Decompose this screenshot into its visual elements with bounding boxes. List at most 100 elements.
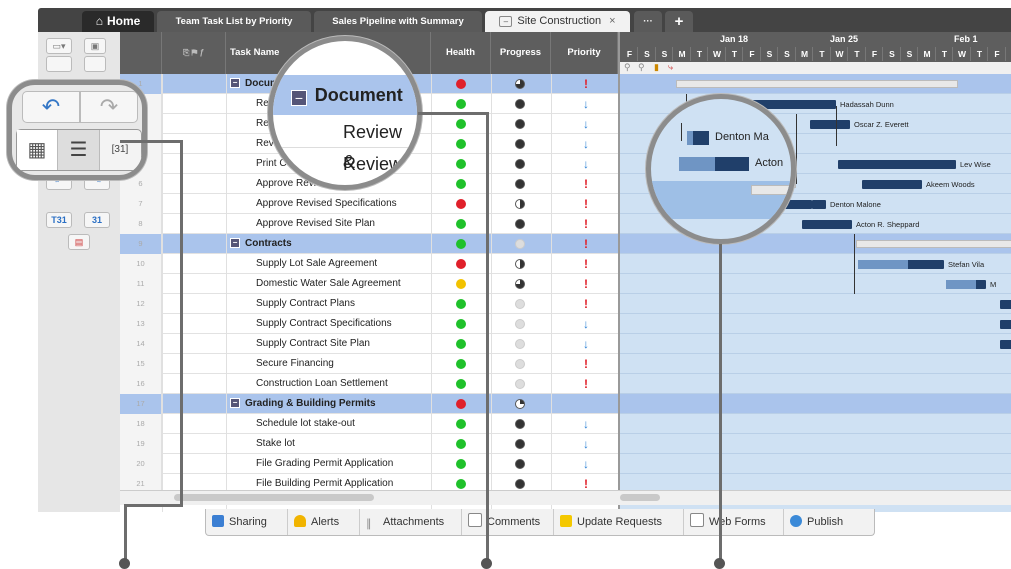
gantt-bar[interactable] xyxy=(838,160,956,169)
horizontal-scrollbar[interactable] xyxy=(120,490,1011,505)
progress-indicator[interactable] xyxy=(515,199,525,209)
task-name[interactable]: Approve Revised Site Plan xyxy=(226,214,375,234)
progress-indicator[interactable] xyxy=(515,279,525,289)
health-indicator-green[interactable] xyxy=(456,99,466,109)
progress-indicator[interactable] xyxy=(515,479,525,489)
health-indicator-green[interactable] xyxy=(456,299,466,309)
table-row[interactable]: 19 Stake lot ↓ xyxy=(120,434,618,454)
priority-high-icon[interactable]: ! xyxy=(566,74,606,94)
sharing-button[interactable]: Sharing xyxy=(206,509,288,535)
tab-team-task-list[interactable]: Team Task List by Priority xyxy=(157,11,311,32)
print-icon[interactable] xyxy=(46,56,72,72)
task-name[interactable]: Supply Lot Sale Agreement xyxy=(226,254,377,274)
progress-indicator[interactable] xyxy=(515,119,525,129)
priority-high-icon[interactable]: ! xyxy=(566,194,606,214)
table-row[interactable]: 8 Approve Revised Site Plan! xyxy=(120,214,618,234)
task-name[interactable]: Stake lot xyxy=(226,434,295,454)
scroll-thumb[interactable] xyxy=(174,494,374,501)
task-name[interactable]: Schedule lot stake-out xyxy=(226,414,355,434)
priority-low-icon[interactable]: ↓ xyxy=(566,334,606,354)
progress-indicator[interactable] xyxy=(515,359,525,369)
priority-low-icon[interactable]: ↓ xyxy=(566,414,606,434)
row-number[interactable]: 10 xyxy=(120,254,162,274)
collapse-icon[interactable]: − xyxy=(291,90,307,107)
progress-indicator[interactable] xyxy=(515,419,525,429)
health-indicator-green[interactable] xyxy=(456,479,466,489)
table-row[interactable]: 10 Supply Lot Sale Agreement! xyxy=(120,254,618,274)
progress-indicator[interactable] xyxy=(515,99,525,109)
tab-sales-pipeline[interactable]: Sales Pipeline with Summary xyxy=(314,11,482,32)
tab-site-construction[interactable]: – Site Construction × xyxy=(485,11,630,32)
health-indicator-green[interactable] xyxy=(456,339,466,349)
priority-low-icon[interactable]: ↓ xyxy=(566,94,606,114)
task-name[interactable]: File Grading Permit Application xyxy=(226,454,393,474)
gantt-bar[interactable] xyxy=(802,220,852,229)
priority-cell[interactable] xyxy=(566,394,606,414)
health-indicator-green[interactable] xyxy=(456,219,466,229)
progress-indicator[interactable] xyxy=(515,399,525,409)
row-number[interactable]: 11 xyxy=(120,274,162,294)
pdf-icon[interactable]: ▤ xyxy=(68,234,90,250)
zoom-in-date-icon[interactable]: T31 xyxy=(46,212,72,228)
priority-low-icon[interactable]: ↓ xyxy=(566,314,606,334)
table-row[interactable]: 11 Domestic Water Sale Agreement! xyxy=(120,274,618,294)
priority-high-icon[interactable]: ! xyxy=(566,274,606,294)
priority-high-icon[interactable]: ! xyxy=(566,174,606,194)
gantt-scroll-thumb[interactable] xyxy=(620,494,660,501)
collapse-icon[interactable]: − xyxy=(230,398,240,409)
priority-low-icon[interactable]: ↓ xyxy=(566,134,606,154)
section-name[interactable]: − Grading & Building Permits xyxy=(226,394,376,414)
table-row[interactable]: 7 Approve Revised Specifications! xyxy=(120,194,618,214)
close-tab-icon[interactable]: × xyxy=(609,15,615,27)
update-requests-button[interactable]: Update Requests xyxy=(554,509,684,535)
row-number[interactable]: 18 xyxy=(120,414,162,434)
gantt-bar[interactable] xyxy=(1000,300,1011,309)
progress-indicator[interactable] xyxy=(515,379,525,389)
table-row[interactable]: 16 Construction Loan Settlement! xyxy=(120,374,618,394)
health-indicator-green[interactable] xyxy=(456,379,466,389)
new-sheet-icon[interactable]: ▭▾ xyxy=(46,38,72,54)
table-row[interactable]: 15 Secure Financing! xyxy=(120,354,618,374)
attachments-button[interactable]: ∥ Attachments xyxy=(360,509,462,535)
section-row[interactable]: 9 − Contracts! xyxy=(120,234,618,254)
row-number[interactable]: 19 xyxy=(120,434,162,454)
priority-low-icon[interactable]: ↓ xyxy=(566,434,606,454)
priority-high-icon[interactable]: ! xyxy=(566,374,606,394)
row-number[interactable]: 14 xyxy=(120,334,162,354)
comments-button[interactable]: Comments xyxy=(462,509,554,535)
save-icon[interactable]: ▣ xyxy=(84,38,106,54)
task-name[interactable]: Supply Contract Specifications xyxy=(226,314,392,334)
progress-indicator[interactable] xyxy=(515,219,525,229)
section-row[interactable]: 17 − Grading & Building Permits xyxy=(120,394,618,414)
table-row[interactable]: 14 Supply Contract Site Plan ↓ xyxy=(120,334,618,354)
table-row[interactable]: 18 Schedule lot stake-out ↓ xyxy=(120,414,618,434)
calendar-view-icon[interactable]: [31] xyxy=(100,130,140,170)
gantt-bar[interactable] xyxy=(810,120,850,129)
gantt-bar[interactable] xyxy=(946,280,986,289)
row-number[interactable]: 16 xyxy=(120,374,162,394)
table-row[interactable]: 13 Supply Contract Specifications ↓ xyxy=(120,314,618,334)
collapse-icon[interactable]: − xyxy=(230,238,240,249)
health-indicator-green[interactable] xyxy=(456,239,466,249)
health-indicator-green[interactable] xyxy=(456,419,466,429)
section-name[interactable]: − Contracts xyxy=(226,234,292,254)
progress-indicator[interactable] xyxy=(515,259,525,269)
health-indicator-green[interactable] xyxy=(456,439,466,449)
row-number[interactable]: 13 xyxy=(120,314,162,334)
gantt-summary-bar[interactable] xyxy=(856,240,1011,248)
table-row[interactable]: 20 File Grading Permit Application ↓ xyxy=(120,454,618,474)
tab-home[interactable]: ⌂ Home xyxy=(82,11,154,32)
column-header-progress[interactable]: Progress xyxy=(491,32,551,74)
progress-indicator[interactable] xyxy=(515,339,525,349)
task-name[interactable]: Supply Contract Site Plan xyxy=(226,334,370,354)
health-indicator-green[interactable] xyxy=(456,319,466,329)
gantt-bar[interactable] xyxy=(858,260,944,269)
progress-indicator[interactable] xyxy=(515,459,525,469)
health-indicator-green[interactable] xyxy=(456,179,466,189)
gantt-bar[interactable] xyxy=(862,180,922,189)
row-number[interactable]: 9 xyxy=(120,234,162,254)
health-indicator-green[interactable] xyxy=(456,359,466,369)
health-indicator-green[interactable] xyxy=(456,159,466,169)
row-number[interactable]: 8 xyxy=(120,214,162,234)
progress-indicator[interactable] xyxy=(515,139,525,149)
